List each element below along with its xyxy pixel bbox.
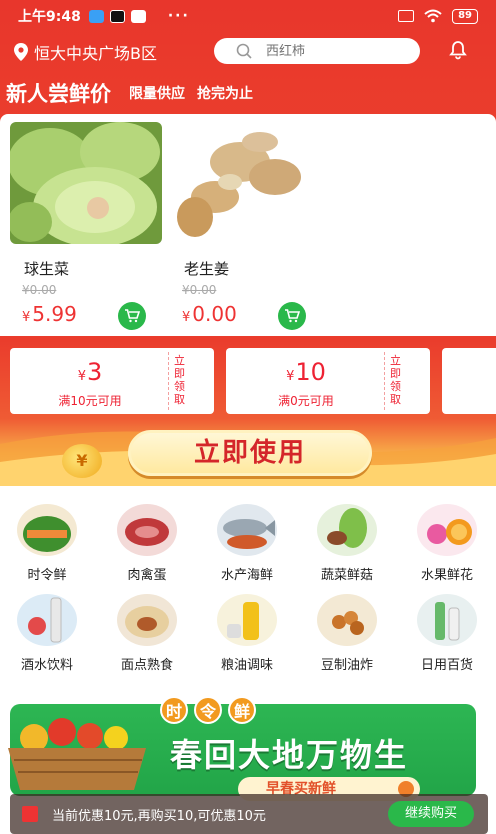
cabbage-icon	[317, 504, 377, 556]
tiktok-icon	[109, 9, 125, 23]
promo-icon	[22, 806, 38, 822]
message-app-icon	[88, 9, 104, 23]
product-name: 球生菜	[24, 260, 70, 278]
lettuce-image	[10, 122, 162, 244]
product-card[interactable]: 球生菜 ¥0.00 ¥5.99	[10, 122, 162, 330]
product-price: ¥5.99	[22, 302, 77, 326]
category-label: 水果鲜花	[420, 568, 473, 583]
price-value: 5.99	[32, 302, 77, 326]
fruit-flower-icon	[417, 504, 477, 556]
search-icon	[236, 43, 252, 59]
wifi-icon	[424, 9, 442, 23]
claim-coupon-button[interactable]: 立即领取	[174, 354, 188, 406]
melon-icon	[17, 504, 77, 556]
add-to-cart-button[interactable]	[118, 302, 146, 330]
fruit-basket-image	[8, 718, 146, 790]
category-label: 酒水饮料	[20, 658, 73, 673]
coupon-amount: ¥3	[10, 358, 170, 386]
toast-text: 当前优惠10元,再购买10,可优惠10元	[52, 808, 266, 824]
product-original-price: ¥0.00	[182, 283, 217, 297]
coupon-card-partial[interactable]	[442, 348, 496, 414]
add-to-cart-button[interactable]	[278, 302, 306, 330]
location-pin-icon	[14, 43, 28, 61]
category-item[interactable]: 水产海鲜	[202, 504, 292, 583]
category-item[interactable]: 面点熟食	[102, 594, 192, 673]
coupon-card[interactable]: ¥10 满0元可用 立即领取	[226, 348, 430, 414]
fish-icon	[217, 504, 277, 556]
promo-tag-limited: 限量供应	[129, 86, 185, 102]
new-user-promo-header: 新人尝鲜价 限量供应 抢完为止	[0, 74, 496, 112]
use-now-button[interactable]: 立即使用	[128, 430, 372, 476]
claim-coupon-button[interactable]: 立即领取	[390, 354, 404, 406]
category-label: 粮油调味	[220, 658, 273, 673]
promo-title: 新人尝鲜价	[6, 82, 111, 106]
sim-icon	[398, 10, 415, 22]
search-bar[interactable]	[214, 38, 420, 64]
category-item[interactable]: 豆制油炸	[302, 594, 392, 673]
coin-icon: ¥	[62, 444, 102, 478]
category-item[interactable]: 时令鲜	[2, 504, 92, 583]
category-label: 豆制油炸	[320, 658, 373, 673]
currency-symbol: ¥	[286, 369, 295, 384]
promo-tag-soldout: 抢完为止	[197, 86, 253, 102]
oil-icon	[217, 594, 277, 646]
price-value: 0.00	[192, 302, 237, 326]
drink-icon	[17, 594, 77, 646]
coupon-value: 3	[87, 358, 103, 386]
meat-icon	[117, 504, 177, 556]
cart-icon	[125, 309, 140, 323]
search-input[interactable]	[266, 43, 396, 59]
category-label: 水产海鲜	[220, 568, 273, 583]
banner-tag-char: 时	[160, 696, 188, 724]
category-item[interactable]: 蔬菜鲜菇	[302, 504, 392, 583]
category-item[interactable]: 日用百货	[402, 594, 492, 673]
cart-icon	[285, 309, 300, 323]
category-item[interactable]: 粮油调味	[202, 594, 292, 673]
status-bar: 上午9:48 ··· 89	[0, 0, 496, 32]
coupon-section: ¥3 满10元可用 立即领取 ¥10 满0元可用 立即领取 ¥ 立即使用	[0, 336, 496, 486]
cart-discount-toast: 当前优惠10元,再购买10,可优惠10元 继续购买	[10, 794, 488, 834]
currency-symbol: ¥	[77, 369, 86, 384]
coupon-condition: 满10元可用	[58, 394, 122, 408]
product-list: 球生菜 ¥0.00 ¥5.99 老生姜 ¥0.00 ¥0.00	[0, 114, 496, 336]
category-label: 日用百货	[420, 658, 473, 673]
category-item[interactable]: 肉禽蛋	[102, 504, 192, 583]
location-text: 恒大中央广场B区	[34, 44, 157, 63]
daily-goods-icon	[417, 594, 477, 646]
coupon-divider	[384, 352, 385, 410]
product-name: 老生姜	[184, 260, 230, 278]
status-time: 上午9:48	[18, 9, 81, 25]
continue-shopping-button[interactable]: 继续购买	[388, 801, 474, 827]
banner-tag-char: 令	[194, 696, 222, 724]
coupon-amount: ¥10	[226, 358, 386, 386]
bun-icon	[117, 594, 177, 646]
coupon-divider	[168, 352, 169, 410]
bilibili-icon	[130, 9, 146, 23]
category-item[interactable]: 酒水饮料	[2, 594, 92, 673]
product-original-price: ¥0.00	[22, 283, 57, 297]
coupon-value: 10	[295, 358, 326, 386]
currency-symbol: ¥	[22, 310, 31, 325]
ginger-image	[170, 122, 322, 244]
product-price: ¥0.00	[182, 302, 237, 326]
battery-indicator: 89	[452, 8, 478, 24]
category-label: 时令鲜	[27, 568, 67, 583]
category-item[interactable]: 水果鲜花	[402, 504, 492, 583]
banner-title: 春回大地万物生	[170, 736, 409, 774]
notification-bell-icon[interactable]	[448, 40, 468, 60]
product-card[interactable]: 老生姜 ¥0.00 ¥0.00	[170, 122, 322, 330]
tofu-icon	[317, 594, 377, 646]
banner-tag: 时 令 鲜	[160, 696, 256, 724]
currency-symbol: ¥	[182, 310, 191, 325]
category-grid: 时令鲜 肉禽蛋 水产海鲜 蔬菜鲜菇 水果鲜花 酒水饮料 面点熟食 粮油调味 豆制…	[0, 486, 496, 694]
coupon-condition: 满0元可用	[278, 394, 334, 408]
category-label: 蔬菜鲜菇	[320, 568, 373, 583]
category-label: 面点熟食	[120, 658, 173, 673]
coupon-card[interactable]: ¥3 满10元可用 立即领取	[10, 348, 214, 414]
banner-tag-char: 鲜	[228, 696, 256, 724]
category-label: 肉禽蛋	[127, 568, 167, 583]
more-notifications-icon: ···	[167, 8, 190, 24]
